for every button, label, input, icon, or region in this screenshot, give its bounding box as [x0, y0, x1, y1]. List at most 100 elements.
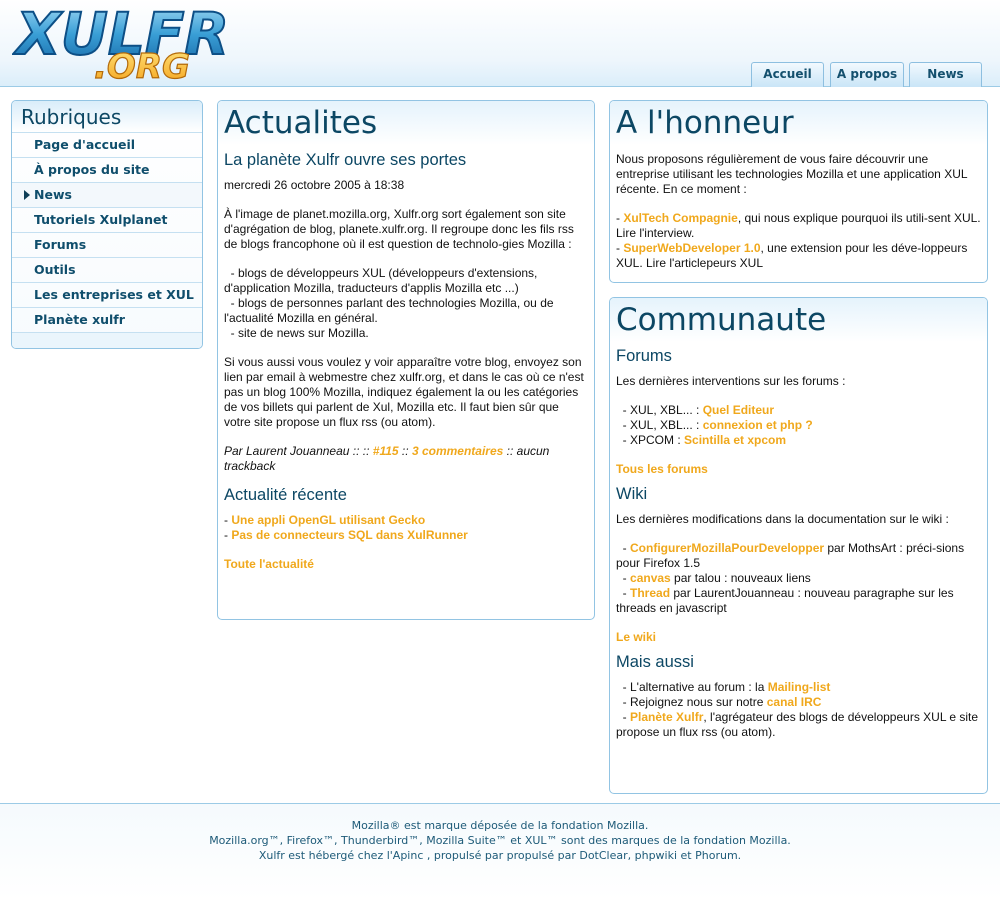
list-item: - L'alternative au forum : la Mailing-li…: [616, 680, 981, 695]
wiki-page-link[interactable]: canvas: [630, 571, 671, 585]
forum-thread-link[interactable]: connexion et php ?: [703, 418, 813, 432]
sidebar-item-label[interactable]: À propos du site: [12, 158, 202, 182]
featured-app-link[interactable]: SuperWebDeveloper 1.0: [623, 241, 760, 255]
featured-intro: Nous proposons régulièrement de vous fai…: [616, 152, 968, 196]
sidebar-menu: Page d'accueil À propos du site News Tut…: [12, 132, 202, 332]
sidebar: Rubriques Page d'accueil À propos du sit…: [11, 100, 203, 349]
tab-accueil[interactable]: Accueil: [751, 62, 824, 87]
sidebar-item-tutoriels[interactable]: Tutoriels Xulplanet: [12, 207, 202, 232]
sidebar-item-news[interactable]: News: [12, 182, 202, 207]
permalink-link[interactable]: #115: [373, 444, 399, 458]
header: XULFR .ORG Accueil A propos News: [0, 0, 1000, 88]
forum-category: - XUL, XBL... :: [616, 418, 703, 432]
sidebar-item-forums[interactable]: Forums: [12, 232, 202, 257]
also-text: - Rejoignez nous sur notre: [616, 695, 767, 709]
news-panel-header: Actualites: [218, 101, 594, 145]
featured-panel-header: A l'honneur: [610, 101, 987, 145]
sidebar-title: Rubriques: [12, 101, 202, 132]
wiki-title: Wiki: [616, 485, 648, 503]
news-content: La planète Xulfr ouvre ses portes mercre…: [218, 151, 594, 572]
forum-thread-link[interactable]: Quel Editeur: [703, 403, 774, 417]
forum-thread-link[interactable]: Scintilla et xpcom: [684, 433, 786, 447]
tab-news[interactable]: News: [909, 62, 982, 87]
sidebar-footer: [12, 332, 202, 348]
list-item: - Une appli OpenGL utilisant Gecko: [224, 513, 426, 527]
forums-title: Forums: [616, 347, 672, 365]
sidebar-item-label[interactable]: Les entreprises et XUL: [12, 283, 202, 307]
featured-company-link[interactable]: XulTech Compagnie: [623, 211, 737, 225]
wiki-bullet: -: [616, 541, 631, 555]
sidebar-item-label[interactable]: Forums: [12, 233, 202, 257]
wiki-list: - ConfigurerMozillaPourDevelopper par Mo…: [616, 541, 981, 616]
arrow-right-icon: [24, 190, 30, 200]
footer-line-3: Xulfr est hébergé chez l'Apinc , propuls…: [258, 849, 742, 862]
wiki-bullet: -: [616, 571, 631, 585]
post-date: mercredi 26 octobre 2005 à 18:38: [224, 178, 405, 192]
wiki-page-link[interactable]: ConfigurerMozillaPourDevelopper: [630, 541, 824, 555]
list-item: - XulTech Compagnie, qui nous explique p…: [616, 211, 981, 240]
list-item: - Thread par LaurentJouanneau : nouveau …: [616, 586, 981, 616]
community-panel-header: Communaute: [610, 298, 987, 342]
byline-author: Par Laurent Jouanneau :: ::: [224, 444, 373, 458]
site-logo[interactable]: XULFR .ORG: [12, 0, 282, 88]
list-item: - Pas de connecteurs SQL dans XulRunner: [224, 528, 468, 542]
community-panel-title: Communaute: [616, 302, 827, 338]
list-item: - SuperWebDeveloper 1.0, une extension p…: [616, 241, 968, 270]
sidebar-item-planete[interactable]: Planète xulfr: [12, 307, 202, 332]
sidebar-item-label[interactable]: Tutoriels Xulplanet: [12, 208, 202, 232]
list-item: - XUL, XBL... : Quel Editeur: [616, 403, 981, 418]
wiki-bullet: -: [616, 586, 631, 600]
irc-link[interactable]: canal IRC: [767, 695, 822, 709]
forums-intro: Les dernières interventions sur les foru…: [616, 374, 846, 388]
all-news-link[interactable]: Toute l'actualité: [224, 557, 314, 571]
sidebar-item-outils[interactable]: Outils: [12, 257, 202, 282]
wiki-page-link[interactable]: Thread: [630, 586, 670, 600]
list-item: - ConfigurerMozillaPourDevelopper par Mo…: [616, 541, 981, 571]
footer: Mozilla® est marque déposée de la fondat…: [0, 803, 1000, 900]
wiki-intro: Les dernières modifications dans la docu…: [616, 512, 949, 526]
community-panel: Communaute Forums Les dernières interven…: [609, 297, 988, 794]
sidebar-item-label[interactable]: News: [12, 183, 202, 207]
post-paragraph-2: Si vous aussi vous voulez y voir apparaî…: [224, 355, 584, 429]
post-byline: Par Laurent Jouanneau :: :: #115 :: 3 co…: [224, 444, 588, 474]
community-content: Forums Les dernières interventions sur l…: [610, 347, 987, 740]
recent-news-link[interactable]: Une appli OpenGL utilisant Gecko: [231, 513, 425, 527]
sidebar-item-label[interactable]: Planète xulfr: [12, 308, 202, 332]
sidebar-item-label[interactable]: Page d'accueil: [12, 133, 202, 157]
tab-a-propos[interactable]: A propos: [830, 62, 904, 87]
also-text: -: [616, 710, 631, 724]
wiki-change-text: par talou : nouveaux liens: [670, 571, 811, 585]
news-panel-title: Actualites: [224, 105, 378, 141]
also-title: Mais aussi: [616, 653, 694, 671]
featured-panel: A l'honneur Nous proposons régulièrement…: [609, 100, 988, 283]
sidebar-item-a-propos[interactable]: À propos du site: [12, 157, 202, 182]
post-title: La planète Xulfr ouvre ses portes: [224, 151, 467, 169]
list-item: - Planète Xulfr, l'agrégateur des blogs …: [616, 710, 981, 740]
footer-line-1: Mozilla® est marque déposée de la fondat…: [351, 819, 649, 832]
list-item: - canvas par talou : nouveaux liens: [616, 571, 981, 586]
also-text: - L'alternative au forum : la: [616, 680, 768, 694]
byline-separator: ::: [398, 444, 412, 458]
post-bullets: - blogs de développeurs XUL (développeur…: [224, 266, 554, 340]
featured-content: Nous proposons régulièrement de vous fai…: [610, 145, 987, 271]
list-item: - XUL, XBL... : connexion et php ?: [616, 418, 981, 433]
svg-text:.ORG: .ORG: [94, 47, 190, 82]
planet-link[interactable]: Planète Xulfr: [630, 710, 703, 724]
forum-category: - XUL, XBL... :: [616, 403, 703, 417]
list-item: - XPCOM : Scintilla et xpcom: [616, 433, 981, 448]
post-paragraph-1: À l'image de planet.mozilla.org, Xulfr.o…: [224, 207, 574, 251]
recent-news-link[interactable]: Pas de connecteurs SQL dans XulRunner: [231, 528, 468, 542]
recent-news-title: Actualité récente: [224, 486, 347, 504]
comments-link[interactable]: 3 commentaires: [412, 444, 503, 458]
forum-category: - XPCOM :: [616, 433, 685, 447]
sidebar-item-accueil[interactable]: Page d'accueil: [12, 132, 202, 157]
footer-line-2: Mozilla.org™, Firefox™, Thunderbird™, Mo…: [209, 834, 791, 847]
wiki-link[interactable]: Le wiki: [616, 630, 656, 644]
mailing-list-link[interactable]: Mailing-list: [768, 680, 831, 694]
sidebar-item-label[interactable]: Outils: [12, 258, 202, 282]
sidebar-item-entreprises[interactable]: Les entreprises et XUL: [12, 282, 202, 307]
recent-news-list: - Une appli OpenGL utilisant Gecko - Pas…: [224, 513, 588, 543]
all-forums-link[interactable]: Tous les forums: [616, 462, 708, 476]
news-panel: Actualites La planète Xulfr ouvre ses po…: [217, 100, 595, 620]
featured-panel-title: A l'honneur: [616, 105, 794, 141]
